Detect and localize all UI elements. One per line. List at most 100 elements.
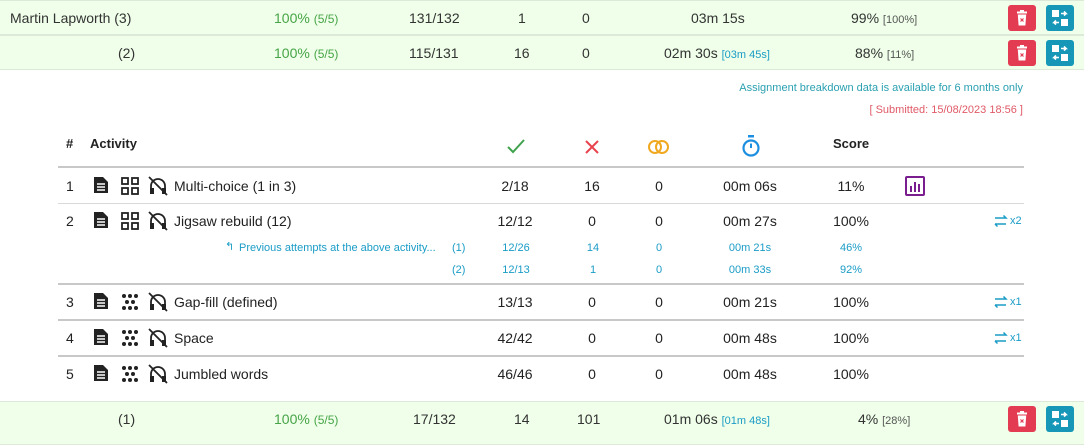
retry-icon[interactable] [993, 214, 1009, 228]
activity-correct: 13/13 [497, 294, 533, 310]
header-divider [58, 166, 1024, 168]
skipped-count: 0 [582, 10, 590, 26]
header-activity: Activity [90, 136, 137, 151]
correct-count: 131/132 [409, 10, 460, 26]
completion: 100% (5/5) [274, 45, 339, 61]
audio-off-icon [148, 364, 168, 384]
activity-num: 3 [66, 294, 74, 310]
incorrect-count: 14 [514, 411, 530, 427]
attempt-score: 46% [839, 242, 863, 254]
audio-off-icon [148, 176, 168, 196]
chart-icon[interactable] [905, 176, 925, 196]
dots-icon [122, 330, 138, 346]
activity-name[interactable]: Space [174, 330, 214, 346]
student-name: (1) [118, 411, 136, 427]
activity-name[interactable]: Jumbled words [174, 366, 268, 382]
attempt-skipped: 0 [655, 264, 663, 276]
transfer-icon [1052, 411, 1068, 427]
activity-correct: 46/46 [497, 366, 533, 382]
move-button[interactable] [1046, 406, 1074, 432]
activity-time: 00m 27s [723, 213, 777, 229]
row-divider [58, 319, 1024, 321]
trash-icon [1017, 45, 1027, 61]
retry-count: x1 [1010, 296, 1022, 308]
activity-time: 00m 48s [723, 366, 777, 382]
move-button[interactable] [1046, 5, 1074, 31]
skipped-count: 0 [582, 45, 590, 61]
attempt-correct: 12/26 [502, 242, 530, 254]
skipped-count: 101 [577, 411, 601, 427]
move-button[interactable] [1046, 40, 1074, 66]
dots-icon [122, 366, 138, 382]
header-score: Score [833, 136, 870, 151]
summary-row-2[interactable]: (2) 100% (5/5) 115/131 16 0 02m 30s [03m… [0, 35, 1084, 70]
availability-note: Assignment breakdown data is available f… [739, 82, 1023, 94]
activity-incorrect: 0 [588, 213, 596, 229]
document-icon [94, 365, 108, 381]
activity-num: 2 [66, 213, 74, 229]
row-divider [58, 203, 1024, 204]
previous-attempts-link[interactable]: Previous attempts at the above activity.… [239, 242, 436, 254]
score: 99% [100%] [851, 10, 918, 26]
activity-skipped: 0 [655, 330, 663, 346]
completion: 100% (5/5) [274, 411, 339, 427]
row-divider [58, 283, 1024, 285]
attempt-time: 00m 21s [728, 242, 772, 254]
submitted-date: [ Submitted: 15/08/2023 18:56 ] [869, 104, 1023, 116]
activity-name[interactable]: Gap-fill (defined) [174, 294, 278, 310]
grid-icon [121, 212, 139, 230]
retry-icon[interactable] [993, 295, 1009, 309]
header-num: # [66, 136, 74, 151]
attempt-score: 92% [839, 264, 863, 276]
student-name: Martin Lapworth (3) [10, 10, 132, 26]
activity-skipped: 0 [655, 178, 663, 194]
trash-icon [1017, 411, 1027, 427]
attempt-incorrect: 1 [589, 264, 597, 276]
audio-off-icon [148, 328, 168, 348]
activity-score: 11% [837, 178, 865, 194]
transfer-icon [1052, 45, 1068, 61]
corner-arrow-icon: ↰ [225, 241, 235, 253]
student-name: (2) [118, 45, 136, 61]
score: 88% [11%] [855, 45, 915, 61]
dots-icon [122, 294, 138, 310]
stopwatch-icon [742, 135, 760, 157]
activity-time: 00m 48s [723, 330, 777, 346]
grid-icon [121, 177, 139, 195]
document-icon [94, 293, 108, 309]
activity-num: 4 [66, 330, 74, 346]
activity-num: 1 [66, 178, 74, 194]
correct-count: 115/131 [409, 45, 459, 61]
skip-circles-icon [648, 140, 669, 154]
activity-correct: 42/42 [497, 330, 533, 346]
delete-button[interactable] [1008, 406, 1036, 432]
summary-row-1[interactable]: Martin Lapworth (3) 100% (5/5) 131/132 1… [0, 0, 1084, 35]
activity-correct: 2/18 [501, 178, 529, 194]
activity-incorrect: 0 [588, 330, 596, 346]
time-spent: 01m 06s [01m 48s] [664, 411, 770, 427]
correct-count: 17/132 [413, 411, 456, 427]
activity-incorrect: 16 [584, 178, 600, 194]
activity-name[interactable]: Multi-choice (1 in 3) [174, 178, 296, 194]
activity-skipped: 0 [655, 294, 663, 310]
activity-name[interactable]: Jigsaw rebuild (12) [174, 213, 292, 229]
document-icon [94, 212, 108, 228]
activity-score: 100% [833, 330, 869, 346]
retry-icon[interactable] [993, 331, 1009, 345]
score: 4% [28%] [858, 411, 911, 427]
delete-button[interactable] [1008, 5, 1036, 31]
incorrect-count: 16 [514, 45, 530, 61]
summary-row-3[interactable]: (1) 100% (5/5) 17/132 14 101 01m 06s [01… [0, 401, 1084, 445]
audio-off-icon [148, 211, 168, 231]
activity-score: 100% [833, 294, 869, 310]
row-divider [58, 355, 1024, 357]
attempt-time: 00m 33s [728, 264, 772, 276]
activity-skipped: 0 [655, 366, 663, 382]
delete-button[interactable] [1008, 40, 1036, 66]
attempt-incorrect: 14 [586, 242, 600, 254]
transfer-icon [1052, 10, 1068, 26]
attempt-correct: 12/13 [502, 264, 530, 276]
attempt-label: (1) [452, 242, 466, 254]
incorrect-count: 1 [518, 10, 526, 26]
trash-icon [1017, 10, 1027, 26]
